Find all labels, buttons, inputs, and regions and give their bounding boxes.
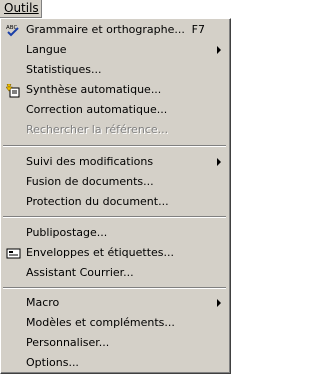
menu-item-suivi[interactable]: Suivi des modifications: [1, 153, 229, 171]
menu-item-options[interactable]: Options...: [1, 354, 229, 372]
menu-item-modeles[interactable]: Modèles et compléments...: [1, 314, 229, 332]
menu-separator: [3, 145, 226, 147]
menu-item-label: Protection du document...: [26, 195, 169, 208]
spellcheck-icon: ABC: [6, 24, 22, 37]
menu-item-assistant[interactable]: Assistant Courrier...: [1, 264, 229, 282]
menu-item-synthese[interactable]: Synthèse automatique...: [1, 81, 229, 99]
menu-item-fusion[interactable]: Fusion de documents...: [1, 173, 229, 191]
menu-item-label: Assistant Courrier...: [26, 266, 134, 279]
envelope-icon: [6, 247, 22, 260]
menu-item-enveloppes[interactable]: Enveloppes et étiquettes...: [1, 244, 229, 262]
submenu-arrow-icon: [217, 299, 221, 307]
menu-title-label: Outils: [4, 1, 39, 15]
menu-item-langue[interactable]: Langue: [1, 41, 229, 59]
menu-item-grammaire[interactable]: ABC Grammaire et orthographe... F7: [1, 21, 229, 39]
menu-item-macro[interactable]: Macro: [1, 294, 229, 312]
menu-item-statistiques[interactable]: Statistiques...: [1, 61, 229, 79]
menu-item-label: Modèles et compléments...: [26, 316, 175, 329]
menu-item-label: Options...: [26, 356, 79, 369]
menubar-background: [42, 0, 231, 18]
menu-item-correction[interactable]: Correction automatique...: [1, 101, 229, 119]
submenu-arrow-icon: [217, 46, 221, 54]
menu-item-label: Statistiques...: [26, 63, 102, 76]
submenu-arrow-icon: [217, 158, 221, 166]
menu-item-label: Synthèse automatique...: [26, 83, 162, 96]
menu-item-label: Macro: [26, 296, 60, 309]
menu-item-label: Langue: [26, 43, 67, 56]
menu-item-label: Suivi des modifications: [26, 155, 154, 168]
menu-item-protection[interactable]: Protection du document...: [1, 193, 229, 211]
shortcut-label: F7: [191, 23, 205, 36]
menu-separator: [3, 287, 226, 289]
menu-item-label: Grammaire et orthographe...: [26, 23, 185, 36]
outils-dropdown-menu: ABC Grammaire et orthographe... F7 Langu…: [0, 18, 231, 374]
menu-item-label: Enveloppes et étiquettes...: [26, 246, 174, 259]
menu-item-label: Correction automatique...: [26, 103, 168, 116]
autosummarize-icon: [5, 83, 22, 98]
menu-outils-title[interactable]: Outils: [0, 0, 42, 18]
menu-item-label: Personnaliser...: [26, 336, 110, 349]
menu-separator: [3, 216, 226, 218]
menu-item-publipostage[interactable]: Publipostage...: [1, 224, 229, 242]
menu-item-label: Fusion de documents...: [26, 175, 154, 188]
menu-item-label: Publipostage...: [26, 226, 108, 239]
menu-item-rechercher: Rechercher la référence...: [1, 121, 229, 139]
menu-item-personnaliser[interactable]: Personnaliser...: [1, 334, 229, 352]
menu-item-label: Rechercher la référence...: [26, 123, 169, 136]
